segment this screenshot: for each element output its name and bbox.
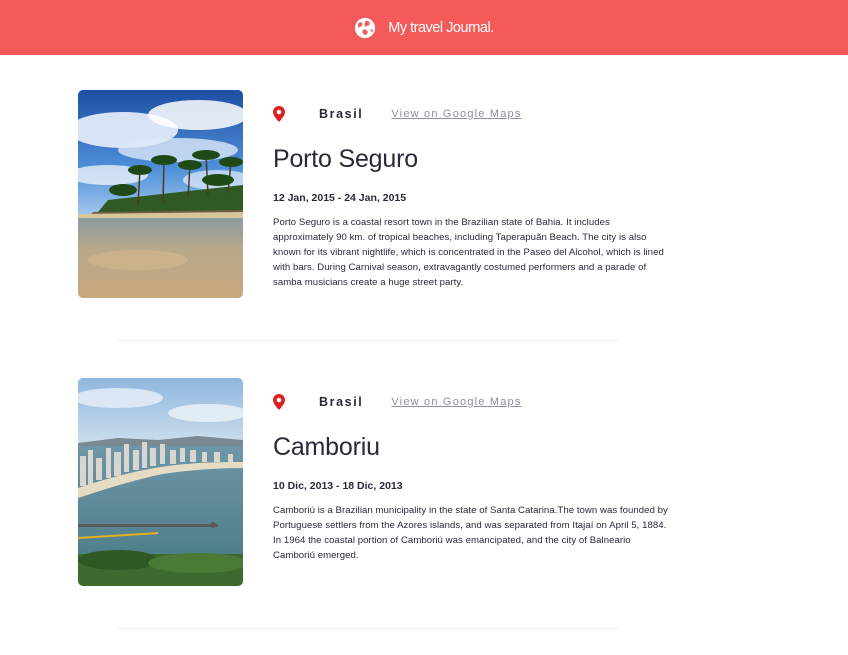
location-row: Brasil View on Google Maps [273, 394, 522, 410]
place-description: Camboriú is a Brazilian municipality in … [273, 504, 668, 561]
location-row: Brasil View on Google Maps [273, 106, 522, 122]
globe-icon [355, 17, 376, 38]
trip-dates: 10 Dic, 2013 - 18 Dic, 2013 [273, 480, 403, 492]
trip-dates: 12 Jan, 2015 - 24 Jan, 2015 [273, 192, 407, 204]
app-title: My travel Journal. [388, 19, 494, 36]
place-title: Camboriu [273, 433, 380, 461]
google-maps-link[interactable]: View on Google Maps [391, 396, 521, 408]
location-pin-icon [273, 106, 285, 122]
journal-entry: Brasil View on Google Maps Porto Seguro … [78, 90, 678, 300]
entry-photo [78, 378, 243, 586]
journal-entry: Brasil View on Google Maps Camboriu 10 D… [78, 378, 678, 588]
divider [118, 340, 618, 341]
navbar: My travel Journal. [0, 0, 848, 55]
entry-photo [78, 90, 243, 298]
country-label: Brasil [319, 395, 364, 409]
location-pin-icon [273, 394, 285, 410]
divider [118, 628, 618, 629]
place-title: Porto Seguro [273, 145, 418, 173]
country-label: Brasil [319, 107, 364, 121]
google-maps-link[interactable]: View on Google Maps [391, 108, 521, 120]
place-description: Porto Seguro is a coastal resort town in… [273, 216, 664, 288]
